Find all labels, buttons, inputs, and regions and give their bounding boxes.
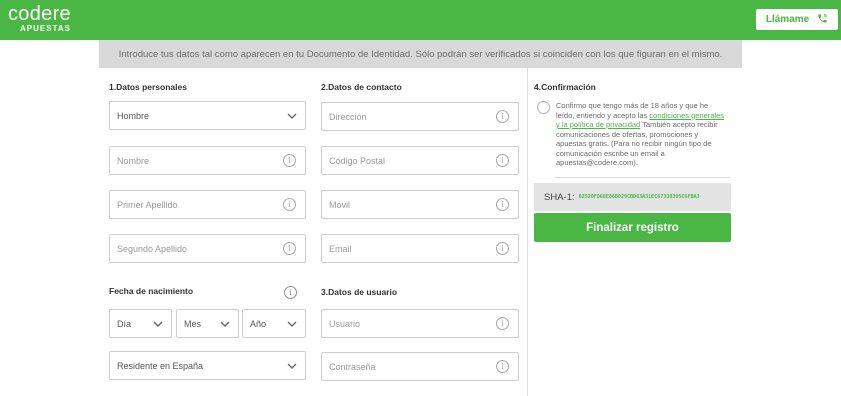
first-surname-placeholder: Primer Apellido: [117, 199, 178, 210]
password-field[interactable]: Contraseña i: [321, 352, 519, 381]
header-bar: codere APUESTAS Llámame: [0, 0, 841, 40]
first-surname-field[interactable]: Primer Apellido i: [109, 190, 306, 219]
codere-logo[interactable]: codere APUESTAS: [8, 3, 71, 33]
birth-day-value: Día: [117, 318, 132, 329]
address-placeholder: Dirección: [329, 111, 367, 122]
second-surname-field[interactable]: Segundo Apellido i: [109, 234, 306, 263]
section-title-confirmation: 4.Confirmación: [534, 82, 596, 92]
logo-sub-text: APUESTAS: [19, 24, 71, 33]
chevron-down-icon: [287, 362, 297, 372]
info-banner: Introduce tus datos tal como aparecen en…: [99, 40, 742, 68]
info-icon[interactable]: i: [496, 317, 509, 330]
gender-select[interactable]: Hombre: [109, 101, 306, 130]
info-icon[interactable]: i: [283, 198, 296, 211]
name-placeholder: Nombre: [117, 155, 150, 166]
section-title-user: 3.Datos de usuario: [321, 287, 398, 297]
finalize-label: Finalizar registro: [586, 221, 679, 234]
postal-code-field[interactable]: Código Postal i: [321, 146, 519, 175]
info-icon[interactable]: i: [284, 286, 297, 299]
info-icon[interactable]: i: [496, 110, 509, 123]
postal-code-placeholder: Código Postal: [329, 155, 386, 166]
section-title-personal: 1.Datos personales: [109, 82, 187, 92]
chevron-down-icon: [220, 320, 230, 330]
sha-value: 82520F868E86B029CBD63A31EC67338395C6FBA3: [578, 194, 700, 200]
gender-select-value: Hombre: [117, 110, 150, 121]
birth-day-select[interactable]: Día: [109, 309, 172, 338]
info-banner-text: Introduce tus datos tal como aparecen en…: [118, 48, 723, 60]
accept-terms-radio[interactable]: [537, 101, 550, 114]
birth-month-value: Mes: [184, 318, 202, 329]
call-me-button[interactable]: Llámame: [756, 9, 838, 30]
residence-value: Residente en España: [117, 360, 204, 371]
section-title-contact: 2.Datos de contacto: [321, 82, 402, 92]
finalize-registration-button[interactable]: Finalizar registro: [534, 213, 731, 242]
birth-month-select[interactable]: Mes: [176, 309, 239, 338]
password-placeholder: Contraseña: [329, 361, 376, 372]
info-icon[interactable]: i: [496, 242, 509, 255]
chevron-down-icon: [287, 320, 297, 330]
info-icon[interactable]: i: [496, 154, 509, 167]
residence-select[interactable]: Residente en España: [109, 351, 306, 380]
info-icon[interactable]: i: [496, 360, 509, 373]
phone-icon: [817, 13, 828, 27]
birth-year-value: Año: [250, 318, 267, 329]
username-field[interactable]: Usuario i: [321, 309, 519, 338]
info-icon[interactable]: i: [496, 198, 509, 211]
chevron-down-icon: [153, 320, 163, 330]
confirmation-text: Confirmo que tengo más de 18 años y que …: [556, 101, 726, 168]
logo-main-text: codere: [8, 3, 71, 25]
birth-year-select[interactable]: Año: [242, 309, 306, 338]
second-surname-placeholder: Segundo Apellido: [117, 243, 188, 254]
divider: [555, 177, 731, 178]
info-icon[interactable]: i: [283, 242, 296, 255]
info-icon[interactable]: i: [283, 154, 296, 167]
email-field[interactable]: Email i: [321, 234, 519, 263]
sha-box: SHA-1: 82520F868E86B029CBD63A31EC6733839…: [534, 183, 731, 211]
mobile-placeholder: Móvil: [329, 199, 351, 210]
sha-label: SHA-1:: [544, 191, 575, 203]
name-field[interactable]: Nombre i: [109, 146, 306, 175]
address-field[interactable]: Dirección i: [321, 102, 519, 131]
section-title-birthdate: Fecha de nacimiento: [109, 286, 194, 296]
email-placeholder: Email: [329, 243, 352, 254]
column-divider: [527, 68, 528, 396]
chevron-down-icon: [287, 112, 297, 122]
username-placeholder: Usuario: [329, 318, 361, 329]
mobile-field[interactable]: Móvil i: [321, 190, 519, 219]
call-me-label: Llámame: [765, 14, 810, 25]
